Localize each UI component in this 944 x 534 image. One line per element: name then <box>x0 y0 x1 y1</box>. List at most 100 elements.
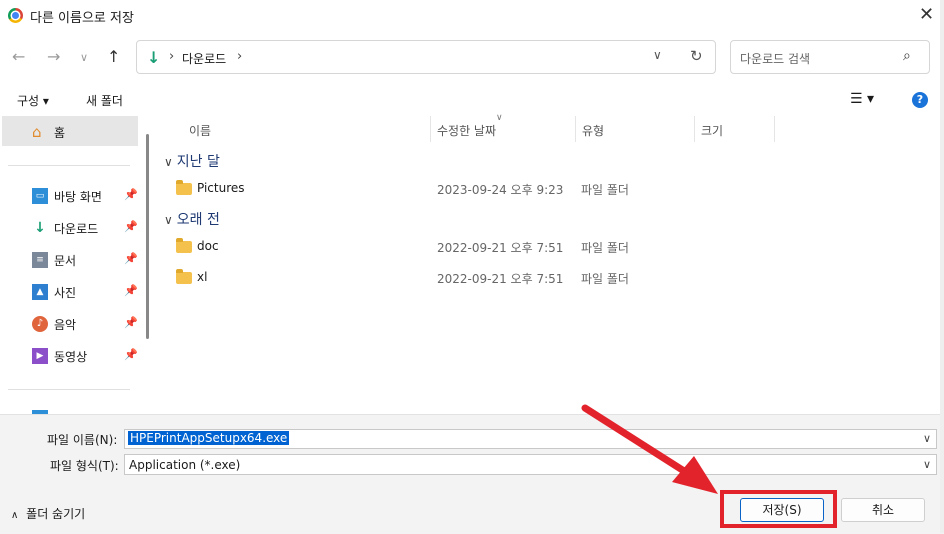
sidebar-item-desktop[interactable]: ▭ 바탕 화면 📌 <box>32 186 142 208</box>
forward-arrow-icon[interactable]: → <box>47 47 60 66</box>
group-header[interactable]: ∨ 지난 달 <box>164 151 220 171</box>
pin-icon[interactable]: 📌 <box>124 284 138 297</box>
sidebar-item-label: 음악 <box>54 318 77 332</box>
sidebar-item-label: 사진 <box>54 286 77 300</box>
column-divider[interactable] <box>575 116 576 142</box>
file-list: 이름 수정한 날짜 ∨ 유형 크기 ∨ 지난 달 Pictures 2023-09… <box>156 113 944 414</box>
column-header-size[interactable]: 크기 <box>701 122 723 139</box>
pin-icon[interactable]: 📌 <box>124 252 138 265</box>
sidebar-item-videos[interactable]: ▶ 동영상 📌 <box>32 346 142 368</box>
folder-icon <box>176 269 192 284</box>
group-header[interactable]: ∨ 오래 전 <box>164 209 220 229</box>
chevron-down-icon[interactable]: ∨ <box>653 48 662 62</box>
download-icon: ↓ <box>147 48 161 67</box>
organize-menu-button[interactable]: 구성 ▾ <box>17 92 49 109</box>
file-name: Pictures <box>197 181 245 195</box>
title-bar: 다른 이름으로 저장 ✕ <box>0 0 944 31</box>
column-header-type[interactable]: 유형 <box>582 122 604 139</box>
toolbar: 구성 ▾ 새 폴더 ☰ ▾ ? <box>0 86 944 114</box>
sidebar-item-label: 문서 <box>54 254 77 268</box>
pin-icon[interactable]: 📌 <box>124 220 138 233</box>
sidebar-scrollbar[interactable] <box>146 134 149 339</box>
sort-chevron-icon: ∨ <box>496 113 503 123</box>
folder-icon <box>176 238 192 253</box>
group-label: 오래 전 <box>176 212 220 228</box>
divider <box>8 389 130 390</box>
chevron-down-icon[interactable]: ∨ <box>923 432 931 445</box>
hide-folders-button[interactable]: ∧ 폴더 숨기기 <box>11 505 85 522</box>
file-date: 2022-09-21 오후 7:51 <box>437 272 564 286</box>
search-input[interactable]: 다운로드 검색 ⌕ <box>730 40 930 74</box>
list-item[interactable]: doc 2022-09-21 오후 7:51 파일 폴더 <box>176 236 876 260</box>
filetype-label: 파일 형식(T): <box>50 459 119 473</box>
navigation-pane: ⌂ 홈 ▭ 바탕 화면 📌 ↓ 다운로드 📌 ≡ 문서 📌 ▲ 사진 📌 ♪ 음… <box>0 116 146 414</box>
music-icon: ♪ <box>32 316 48 332</box>
file-type: 파일 폴더 <box>581 183 629 197</box>
sidebar-item-documents[interactable]: ≡ 문서 📌 <box>32 250 142 272</box>
column-divider[interactable] <box>774 116 775 142</box>
filename-value[interactable]: HPEPrintAppSetupx64.exe <box>128 431 290 445</box>
pictures-icon: ▲ <box>32 284 48 300</box>
pin-icon[interactable]: 📌 <box>124 348 138 361</box>
chrome-icon <box>8 8 23 23</box>
chevron-right-icon[interactable]: › <box>169 49 174 64</box>
divider <box>8 165 130 166</box>
address-bar[interactable]: ↓ › 다운로드 › ∨ ↻ <box>136 40 716 74</box>
sidebar-item-label: 홈 <box>54 126 66 140</box>
list-item[interactable]: Pictures 2023-09-24 오후 9:23 파일 폴더 <box>176 178 876 202</box>
sidebar-item-downloads[interactable]: ↓ 다운로드 📌 <box>32 218 142 240</box>
cancel-button[interactable]: 취소 <box>841 498 925 522</box>
save-button[interactable]: 저장(S) <box>740 498 824 522</box>
help-icon[interactable]: ? <box>912 92 928 108</box>
search-placeholder: 다운로드 검색 <box>740 52 811 66</box>
pin-icon[interactable]: 📌 <box>124 316 138 329</box>
chevron-down-icon: ∨ <box>164 155 173 169</box>
view-options-icon[interactable]: ☰ ▾ <box>850 91 874 107</box>
column-header-name[interactable]: 이름 <box>189 122 211 139</box>
up-arrow-icon[interactable]: ↑ <box>107 47 120 66</box>
file-name: doc <box>197 239 219 253</box>
sidebar-item-pictures[interactable]: ▲ 사진 📌 <box>32 282 142 304</box>
chevron-up-icon: ∧ <box>11 510 19 521</box>
chevron-down-icon: ∨ <box>164 213 173 227</box>
column-divider[interactable] <box>430 116 431 142</box>
save-form: 파일 이름(N): HPEPrintAppSetupx64.exe ∨ 파일 형… <box>0 414 944 534</box>
pin-icon[interactable]: 📌 <box>124 188 138 201</box>
window-edge <box>940 0 944 533</box>
file-date: 2023-09-24 오후 9:23 <box>437 183 564 197</box>
new-folder-button[interactable]: 새 폴더 <box>86 92 123 109</box>
sidebar-item-music[interactable]: ♪ 음악 📌 <box>32 314 142 336</box>
file-type: 파일 폴더 <box>581 241 629 255</box>
chevron-down-icon[interactable]: ∨ <box>923 458 931 471</box>
folder-icon <box>176 180 192 195</box>
window-title: 다른 이름으로 저장 <box>30 11 134 26</box>
filename-label: 파일 이름(N): <box>47 433 118 447</box>
sidebar-item-label: 바탕 화면 <box>54 190 102 204</box>
back-arrow-icon[interactable]: ← <box>12 47 25 66</box>
close-icon[interactable]: ✕ <box>919 4 934 25</box>
home-icon: ⌂ <box>32 123 42 141</box>
search-icon[interactable]: ⌕ <box>903 48 911 64</box>
breadcrumb[interactable]: 다운로드 <box>182 50 226 67</box>
filename-field[interactable]: HPEPrintAppSetupx64.exe ∨ <box>124 429 937 449</box>
sidebar-item-label: 다운로드 <box>54 222 99 236</box>
column-divider[interactable] <box>694 116 695 142</box>
desktop-icon: ▭ <box>32 188 48 204</box>
download-icon: ↓ <box>34 220 46 236</box>
group-label: 지난 달 <box>176 154 220 170</box>
sidebar-item-label: 동영상 <box>54 350 88 364</box>
refresh-icon[interactable]: ↻ <box>690 47 703 65</box>
filetype-value: Application (*.exe) <box>129 458 241 472</box>
filetype-select[interactable]: Application (*.exe) ∨ <box>124 454 937 475</box>
list-item[interactable]: xl 2022-09-21 오후 7:51 파일 폴더 <box>176 267 876 291</box>
chevron-right-icon[interactable]: › <box>237 49 242 64</box>
column-header-date[interactable]: 수정한 날짜 <box>437 122 496 139</box>
recent-dropdown-icon[interactable]: ∨ <box>80 51 88 64</box>
sidebar-item-home[interactable] <box>2 116 138 146</box>
file-date: 2022-09-21 오후 7:51 <box>437 241 564 255</box>
hide-folders-label: 폴더 숨기기 <box>26 507 86 521</box>
file-name: xl <box>197 270 208 284</box>
document-icon: ≡ <box>32 252 48 268</box>
video-icon: ▶ <box>32 348 48 364</box>
file-type: 파일 폴더 <box>581 272 629 286</box>
